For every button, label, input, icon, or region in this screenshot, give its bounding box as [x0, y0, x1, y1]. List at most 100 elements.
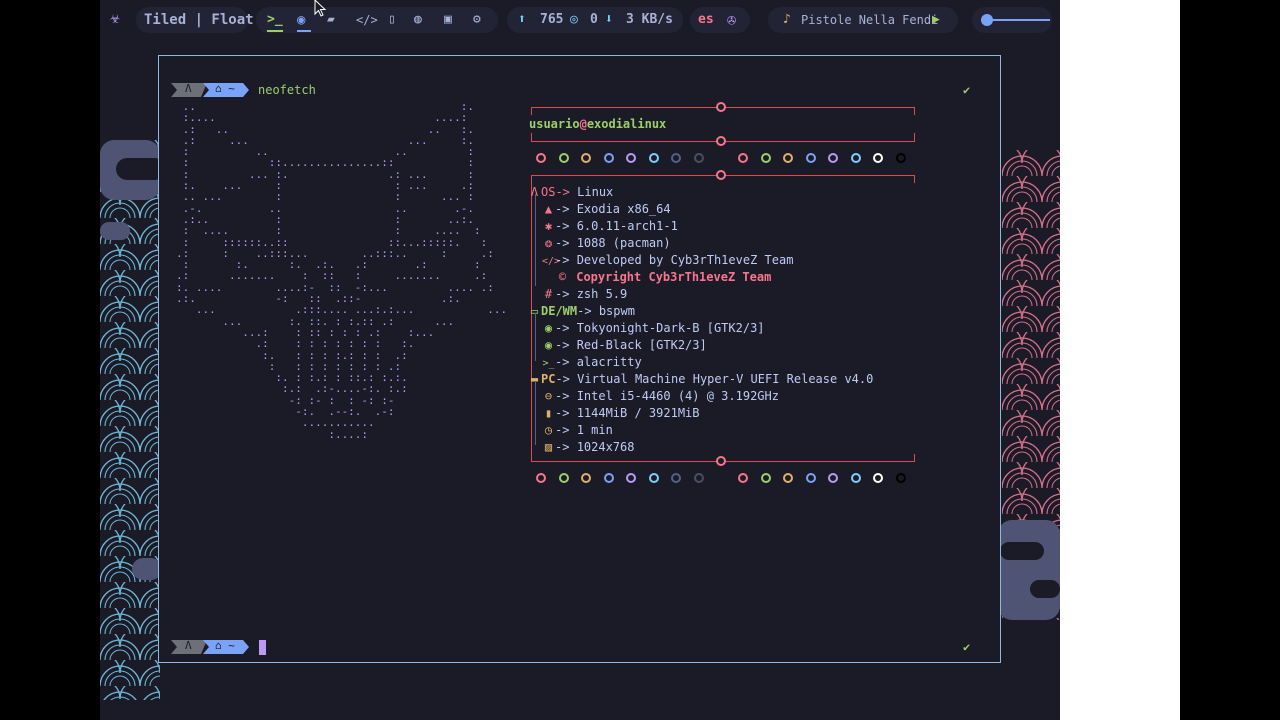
frame-line [914, 133, 915, 141]
palette-dot [873, 153, 883, 163]
palette-dot [693, 473, 704, 483]
palette-dot [648, 153, 659, 163]
color-palette-row [536, 153, 916, 167]
prompt: Λ ⌂ ~ [171, 640, 251, 654]
tree-line [535, 194, 536, 286]
updates-count[interactable]: 765 [540, 11, 563, 29]
info-packages: ❂ -> 1088 (pacman) [542, 235, 671, 252]
music-note-icon: ♪ [783, 12, 791, 27]
palette-dot [581, 473, 591, 483]
arch-icon: ▲ [544, 202, 553, 216]
palette-dot [536, 473, 546, 483]
ascii-logo: .. :. :.... ....: .: .. .. :. .: ... ...… [176, 100, 508, 441]
palette-dot [760, 153, 771, 163]
cpu-icon: ⊖ [544, 389, 553, 403]
info-distro: ▲ -> Exodia x86_64 [542, 201, 671, 218]
hostname: exodialinux [586, 117, 667, 131]
info-resolution: ▨ -> 1024x768 [542, 439, 635, 456]
info-de: ▭ DE/WM-> bspwm [528, 303, 635, 320]
music-title[interactable]: Pistole Nella Fendi [801, 11, 938, 29]
active-workspace-underline [267, 30, 283, 32]
palette-dot [603, 153, 614, 163]
palette-icon: ◉ [544, 321, 553, 335]
info-cpu: ⊖ -> Intel i5-4460 (4) @ 3.192GHz [542, 388, 779, 405]
info-kernel: ✱ -> 6.0.11-arch1-1 [542, 218, 678, 235]
palette-dot [603, 473, 614, 483]
prompt: Λ ⌂ ~ [171, 83, 251, 97]
youtube-icon[interactable]: ▣ [444, 11, 452, 29]
cog-icon: ✱ [544, 219, 553, 233]
github-count[interactable]: 0 [590, 11, 598, 29]
palette-dot [648, 473, 659, 483]
tree-line [535, 313, 536, 361]
net-speed: 3 KB/s [626, 12, 673, 27]
download-icon: ⬇ [605, 12, 613, 27]
frame-line [914, 175, 915, 183]
prompt-home-segment: ⌂ ~ [203, 640, 249, 654]
palette-dot [873, 473, 883, 483]
palette-dot [671, 153, 681, 163]
palette-dot [671, 473, 681, 483]
palette-dot [738, 473, 748, 483]
mouse-cursor-icon [314, 0, 327, 17]
frame-line [914, 454, 915, 462]
wallpaper-cloud-shadow [1000, 542, 1044, 560]
keyboard-layout[interactable]: es [698, 11, 714, 29]
copyright-icon: © [558, 270, 567, 284]
document-icon[interactable]: ▯ [388, 11, 396, 29]
code-icon[interactable]: </> [356, 11, 378, 29]
clock-icon: ◷ [544, 423, 553, 437]
layout-label[interactable]: Tiled | Float [144, 11, 254, 29]
terminal-icon[interactable]: >_ [267, 11, 283, 29]
palette-dot [850, 473, 861, 483]
wallpaper-cloud [100, 222, 130, 240]
palette-icon: ◉ [544, 338, 553, 352]
wallpaper-cloud [998, 520, 1060, 620]
palette-dot [760, 473, 771, 483]
palette-dot [783, 153, 793, 163]
frame-knob [716, 456, 726, 466]
chat-icon[interactable]: ◍ [414, 11, 422, 29]
app-launcher-icon[interactable]: ✇ [727, 11, 736, 29]
image-icon: ▨ [544, 440, 553, 454]
palette-dot [581, 153, 591, 163]
terminal-window[interactable]: Λ ⌂ ~ neofetch ✔ .. :. :.... ....: .: ..… [158, 55, 1001, 663]
info-developer: </>-> Developed by Cyb3rTh1eveZ Team [542, 252, 793, 270]
prompt-home-segment: ⌂ ~ [203, 83, 249, 97]
folder-icon[interactable]: ▰ [327, 11, 335, 29]
workspace-underline [297, 30, 311, 32]
info-pc: ▬ PC-> Virtual Machine Hyper-V UEFI Relea… [528, 371, 873, 388]
info-os: Λ OS-> Linux [528, 184, 613, 201]
firefox-icon[interactable]: ◉ [297, 11, 305, 29]
linux-icon: Λ [185, 82, 192, 95]
biohazard-logo-icon[interactable]: ☣ [110, 9, 120, 27]
palette-dot [828, 153, 838, 163]
play-icon[interactable]: ▶ [932, 11, 940, 29]
code-icon: </> [542, 256, 561, 267]
terminal-icon: >_ [542, 358, 555, 369]
palette-dot [895, 473, 906, 483]
command-text: neofetch [258, 83, 316, 97]
info-icons: ◉ -> Red-Black [GTK2/3] [542, 337, 707, 354]
updates-icon: ⬆ [518, 12, 526, 27]
info-copyright: © Copyright Cyb3rTh1eveZ Team [556, 269, 771, 286]
memory-icon: ▮ [544, 406, 553, 420]
home-dir: ⌂ ~ [215, 82, 235, 95]
username: usuario [529, 117, 580, 131]
desktop: ☣ Tiled | Float >_ ◉ ▰ </> ▯ ◍ ▣ ⚙ ⬆ 765… [100, 0, 1060, 720]
palette-dot [738, 153, 748, 163]
palette-dot [805, 153, 816, 163]
frame-line [531, 133, 532, 141]
wallpaper-cloud-shadow [1030, 580, 1060, 598]
info-theme: ◉ -> Tokyonight-Dark-B [GTK2/3] [542, 320, 765, 337]
frame-line [531, 107, 532, 115]
package-icon: ❂ [544, 236, 553, 250]
gear-icon[interactable]: ⚙ [473, 11, 481, 29]
prompt-os-segment: Λ [171, 83, 207, 97]
text-cursor[interactable] [259, 640, 266, 655]
palette-dot [558, 473, 569, 483]
linux-icon: Λ [185, 639, 192, 652]
info-memory: ▮ -> 1144MiB / 3921MiB [542, 405, 700, 422]
palette-dot [558, 153, 569, 163]
color-palette-row [536, 473, 916, 487]
